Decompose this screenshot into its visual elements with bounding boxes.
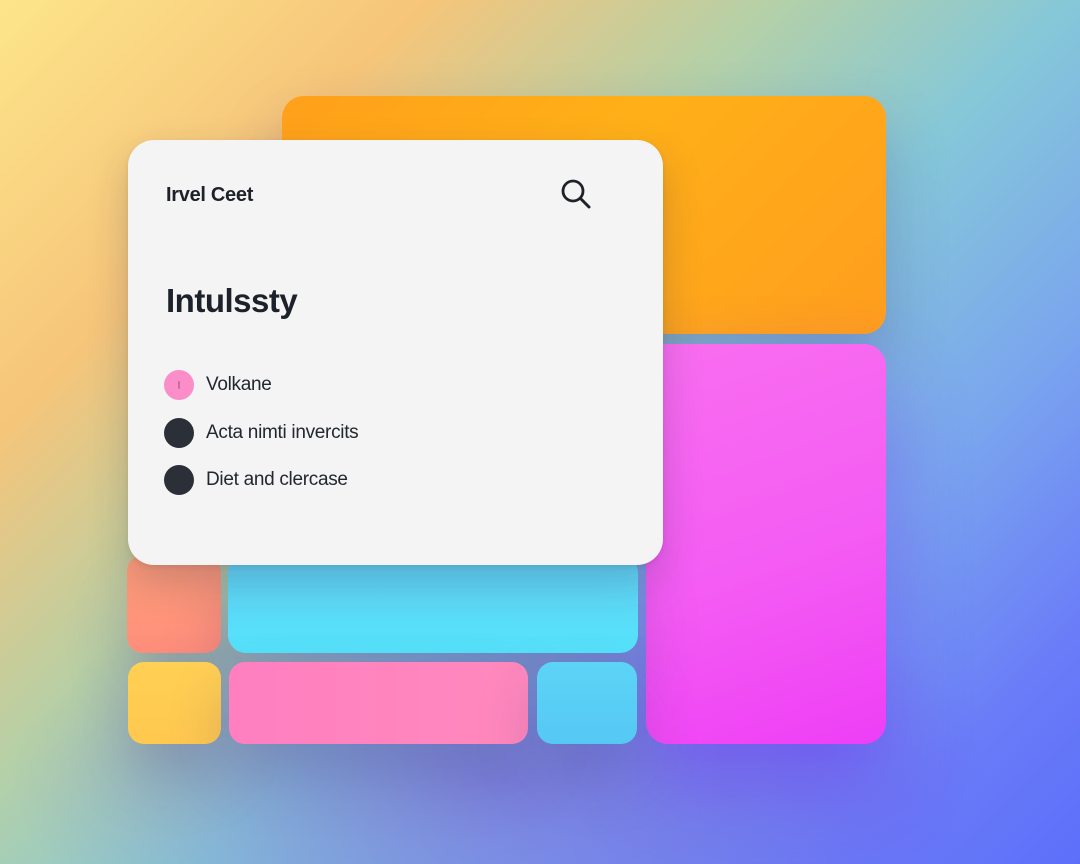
background-scene: Irvel Ceet Intulssty Volkane Acta nimti … xyxy=(0,0,1080,864)
card-header-title: Irvel Ceet xyxy=(166,184,254,206)
list-item-label: Acta nimti invercits xyxy=(206,422,359,443)
list-item-label: Diet and clercase xyxy=(206,469,348,490)
sky-tile xyxy=(537,662,637,744)
pink-tile xyxy=(229,662,528,744)
card-heading: Intulssty xyxy=(166,282,298,319)
cyan-tile xyxy=(228,555,638,653)
dark-dot-icon xyxy=(164,418,194,448)
search-icon xyxy=(561,179,591,209)
list-item[interactable]: Acta nimti invercits xyxy=(164,418,359,448)
dark-dot-icon xyxy=(164,465,194,495)
yellow-tile xyxy=(128,662,221,744)
pink-dot-icon xyxy=(164,370,194,400)
list-item[interactable]: Diet and clercase xyxy=(164,465,358,495)
search-button[interactable] xyxy=(558,176,594,212)
item-list: Volkane Acta nimti invercits Diet and cl… xyxy=(164,370,359,495)
magenta-tile xyxy=(646,344,886,744)
list-item-label: Volkane xyxy=(206,374,272,395)
salmon-tile xyxy=(127,555,221,653)
list-item[interactable]: Volkane xyxy=(164,370,358,400)
info-card: Irvel Ceet Intulssty Volkane Acta nimti … xyxy=(128,140,663,565)
